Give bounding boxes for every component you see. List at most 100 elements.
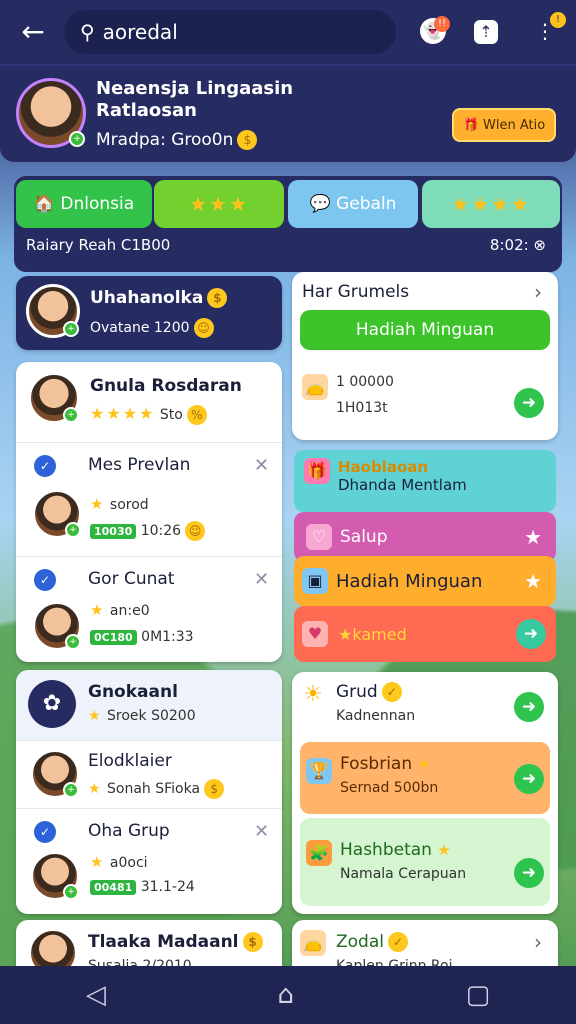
avatar[interactable]: + (28, 372, 80, 424)
avatar[interactable]: + (30, 851, 80, 901)
back-nav-icon[interactable]: ◁ (86, 980, 106, 1010)
house-icon: 🏠 (33, 194, 61, 214)
list-item[interactable]: ✓ Mes Prevlan ✕ + ★ sorod 10030 10:26 ☺ (16, 442, 282, 552)
avatar[interactable]: + (32, 489, 82, 539)
row-name: Mes Prevlan (88, 455, 191, 475)
left-list-card-2: ✿ Gnokaanl ★ Sroek S0200 + Elodklaier ★ … (16, 670, 282, 914)
row-sub: Namala Cerapuan (340, 866, 467, 882)
home-nav-icon[interactable]: ⌂ (277, 980, 294, 1010)
list-item[interactable]: + Elodklaier ★ Sonah SFioka $ (16, 740, 282, 808)
card-title: Har Grumels (302, 282, 410, 302)
search-text: aoredal (102, 20, 178, 44)
ghost-icon[interactable]: 👻!! (420, 16, 450, 44)
row-name: Gor Cunat (88, 569, 175, 589)
shield-icon: ✓ (34, 455, 56, 477)
row-name: Zodal ✓ (336, 932, 408, 952)
upload-icon[interactable]: ⇡ (474, 20, 498, 44)
avatar[interactable]: + (16, 78, 86, 148)
close-icon[interactable]: ✕ (254, 821, 269, 842)
tab-indonesia[interactable]: 🏠 Dnlonsia (16, 180, 152, 228)
star-icon: ★ (524, 525, 542, 549)
profile-subtitle: Mradpa: Groo0n $ (96, 130, 258, 150)
sun-icon: ☀ (303, 682, 323, 707)
coin-icon: $ (242, 932, 263, 952)
row-sub: ★ sorod (90, 495, 149, 513)
trophy-icon: 🏆 (306, 758, 332, 784)
chat-icon: 💬 (309, 194, 337, 214)
row-name: Grud ✓ (336, 682, 402, 702)
bag-icon: 👝 (302, 374, 328, 400)
list-item[interactable]: 🏆 Fosbrian ★ Sernad 500bn ➜ (300, 742, 550, 814)
row-name: Oha Grup (88, 821, 170, 841)
heart-icon: ♡ (306, 524, 332, 550)
arrow-right-icon: ➜ (514, 858, 544, 888)
strip-haoblaoan[interactable]: 🎁 Haoblaoan Dhanda Mentlam (294, 450, 556, 512)
online-badge-icon: + (69, 131, 85, 147)
online-badge-icon: + (63, 321, 79, 337)
left-list-card: + Gnula Rosdaran ★★★★ Sto% ✓ Mes Prevlan… (16, 362, 282, 662)
row-name: Gnula Rosdaran (90, 376, 242, 396)
recent-apps-icon[interactable]: ▢ (466, 980, 491, 1010)
row-sub: Ovatane 1200 ☺ (90, 318, 214, 338)
search-input[interactable]: ⚲ aoredal (64, 10, 396, 54)
search-icon: ⚲ (80, 20, 95, 44)
list-item[interactable]: 🧩 Hashbetan ★ Namala Cerapuan ➜ (300, 818, 550, 906)
row-meta: 00481 31.1-24 (90, 879, 195, 895)
row-meta: 0C180 0M1:33 (90, 629, 194, 645)
list-item[interactable]: ☀ Grud ✓ Kadnennan ➜ (292, 672, 558, 742)
coin-icon: ☺ (193, 318, 214, 338)
category-tabs: 🏠 Dnlonsia ★★★ 💬 Gebaln ★★★★ Raiary Reah… (14, 176, 562, 272)
coin-icon: ☺ (185, 521, 206, 541)
online-badge-icon: + (63, 407, 79, 423)
list-item[interactable]: ✓ Gor Cunat ✕ + ★ an:e0 0C180 0M1:33 (16, 556, 282, 662)
gift-icon: 🎁 (304, 458, 330, 484)
tab-gebaln[interactable]: 💬 Gebaln (288, 180, 418, 228)
more-icon[interactable]: ⋮! (528, 12, 566, 48)
shield-icon: ✓ (34, 569, 56, 591)
notification-dot: !! (434, 16, 450, 32)
strip-kamed[interactable]: ♥ ★ kamed ➜ (294, 606, 556, 662)
arrow-right-icon[interactable]: ➜ (514, 388, 544, 418)
coin-icon: ✓ (387, 932, 408, 952)
online-badge-icon: + (65, 634, 81, 650)
more-dot: ! (550, 12, 566, 28)
heart-icon: ♥ (302, 621, 328, 647)
coin-icon: ✓ (381, 682, 402, 702)
tab-info: Raiary Reah C1B00 (26, 236, 171, 254)
chest-icon: 🎁 (462, 117, 479, 133)
close-icon[interactable]: ✕ (254, 455, 269, 476)
chevron-right-icon[interactable]: › (534, 280, 542, 304)
flower-icon: ✿ (28, 680, 76, 728)
coin-icon: $ (204, 779, 225, 799)
coin-icon: % (186, 405, 207, 425)
profile-name: Neaensja Lingaasin Ratlaosan (96, 78, 294, 121)
avatar[interactable]: + (32, 601, 82, 651)
top-bar: ← ⚲ aoredal 👻!! ⇡ ⋮! (0, 0, 576, 64)
row-sub: ★★★★ Sto% (90, 404, 207, 425)
strip-salup[interactable]: ♡ Salup ★ (294, 512, 556, 562)
row-name: Tlaaka Madaanl $ (88, 932, 263, 952)
chest-button[interactable]: 🎁 Wlen Atio (452, 108, 556, 142)
tab-timer: 8:02: ⊗ (489, 236, 546, 254)
tab-stars[interactable]: ★★★ (154, 180, 284, 228)
avatar[interactable]: + (30, 749, 80, 799)
row-sub: Kadnennan (336, 708, 416, 724)
row-name: Elodklaier (88, 751, 172, 771)
avatar[interactable]: + (26, 284, 80, 338)
close-icon[interactable]: ✕ (254, 569, 269, 590)
list-item[interactable]: ✓ Oha Grup ✕ + ★ a0oci 00481 31.1-24 (16, 808, 282, 914)
system-nav-bar: ◁ ⌂ ▢ (0, 966, 576, 1024)
row-sub: 1H013t (336, 400, 388, 416)
strip-hadiah-minguan[interactable]: ▣ Hadiah Minguan ★ (294, 556, 556, 606)
back-arrow-icon[interactable]: ← (18, 17, 48, 47)
shield-icon: ✓ (34, 821, 56, 843)
row-name: Fosbrian ★ (340, 754, 433, 774)
left-header-card[interactable]: + Uhahanolka $ Ovatane 1200 ☺ (16, 276, 282, 350)
row-meta: 10030 10:26 ☺ (90, 521, 206, 541)
star-icon: ★ (338, 624, 353, 644)
chest-button-label: Wlen Atio (483, 117, 546, 133)
row-name: Hashbetan ★ (340, 840, 453, 860)
weekly-reward-button[interactable]: Hadiah Minguan (300, 310, 550, 350)
tab-more-stars[interactable]: ★★★★ (422, 180, 560, 228)
coin-icon: $ (207, 288, 228, 308)
